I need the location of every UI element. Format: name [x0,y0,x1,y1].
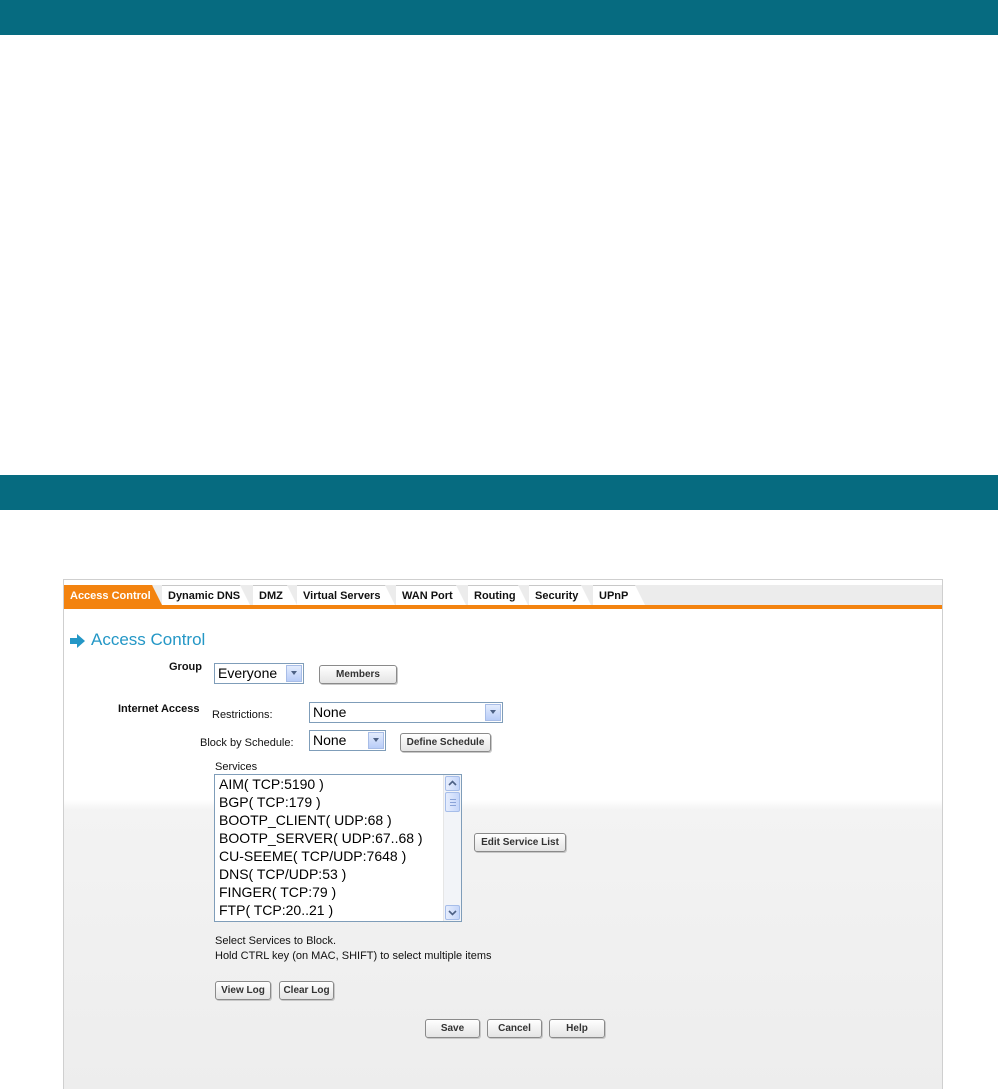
list-item[interactable]: CU-SEEME( TCP/UDP:7648 ) [219,847,406,865]
services-scrollbar[interactable] [443,775,461,921]
list-item[interactable]: DNS( TCP/UDP:53 ) [219,865,346,883]
page-title: Access Control [70,629,205,651]
schedule-select-value: None [313,732,347,748]
list-item[interactable]: FTP( TCP:20..21 ) [219,901,333,919]
members-button[interactable]: Members [319,665,397,684]
list-item[interactable]: BOOTP_SERVER( UDP:67..68 ) [219,829,423,847]
chevron-down-icon [286,665,302,682]
group-select-value: Everyone [218,665,278,681]
router-settings-panel: Access Control Dynamic DNS DMZ Virtual S… [63,579,943,1089]
services-hint: Select Services to Block. [215,935,337,947]
group-label: Group [169,661,202,673]
tab-routing[interactable]: Routing [468,585,528,605]
tab-wan-port[interactable]: WAN Port [396,585,466,605]
restrictions-select-value: None [313,704,347,720]
tab-access-control[interactable]: Access Control [64,585,162,605]
scroll-up-icon[interactable] [445,776,460,791]
chevron-down-icon [485,704,501,721]
tab-virtual-servers[interactable]: Virtual Servers [297,585,395,605]
list-item[interactable]: AIM( TCP:5190 ) [219,775,324,793]
save-button[interactable]: Save [425,1019,480,1038]
section-banner-bar [0,475,998,510]
list-item[interactable]: FINGER( TCP:79 ) [219,883,336,901]
list-item[interactable]: BGP( TCP:179 ) [219,793,321,811]
edit-service-list-button[interactable]: Edit Service List [474,833,566,852]
group-select[interactable]: Everyone [214,663,304,684]
tab-dmz[interactable]: DMZ [253,585,297,605]
view-log-button[interactable]: View Log [215,981,271,1000]
multi-select-hint: Hold CTRL key (on MAC, SHIFT) to select … [215,950,492,962]
page-title-text: Access Control [91,630,206,649]
arrow-right-icon [70,632,85,654]
restrictions-select[interactable]: None [309,702,503,723]
internet-access-label: Internet Access [118,703,200,715]
block-by-schedule-label: Block by Schedule: [200,737,294,749]
tab-dynamic-dns[interactable]: Dynamic DNS [162,585,250,605]
help-button[interactable]: Help [549,1019,605,1038]
services-label: Services [215,761,258,773]
top-banner-bar [0,0,998,35]
tab-upnp[interactable]: UPnP [593,585,645,605]
define-schedule-button[interactable]: Define Schedule [400,733,491,752]
chevron-down-icon [368,732,384,749]
restrictions-label: Restrictions: [212,709,273,721]
cancel-button[interactable]: Cancel [487,1019,542,1038]
list-item[interactable]: BOOTP_CLIENT( UDP:68 ) [219,811,392,829]
services-listbox[interactable]: AIM( TCP:5190 ) BGP( TCP:179 ) BOOTP_CLI… [214,774,462,922]
tab-strip: Access Control Dynamic DNS DMZ Virtual S… [64,585,942,609]
tab-security[interactable]: Security [529,585,591,605]
scroll-thumb[interactable] [445,792,460,812]
scroll-down-icon[interactable] [445,905,460,920]
schedule-select[interactable]: None [309,730,386,751]
clear-log-button[interactable]: Clear Log [279,981,334,1000]
